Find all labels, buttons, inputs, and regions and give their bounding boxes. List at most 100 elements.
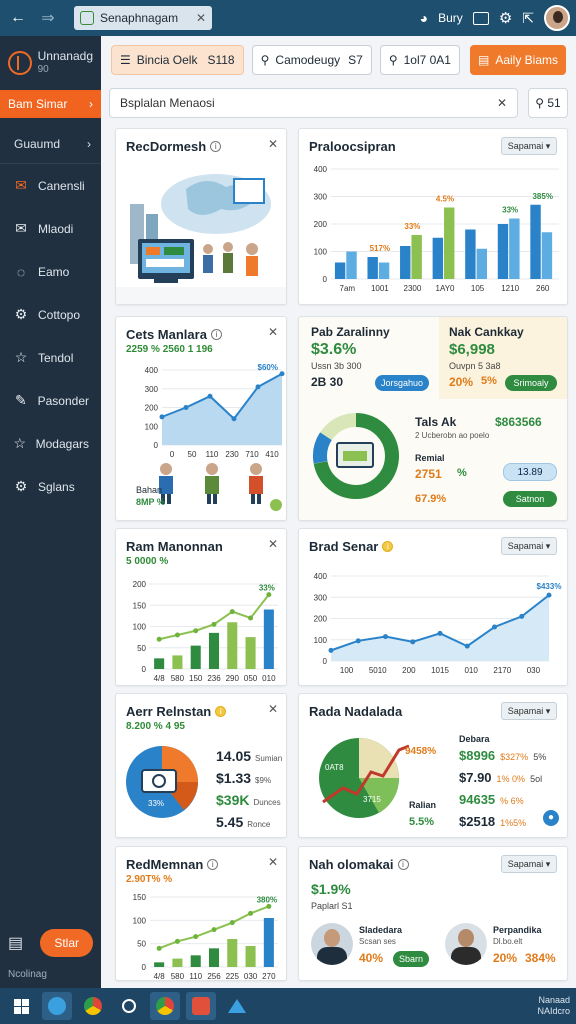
message-icon[interactable] <box>472 11 489 25</box>
share-icon[interactable]: ⇱ <box>522 10 534 27</box>
windows-start-icon[interactable] <box>6 992 36 1020</box>
sidebar-item-7[interactable]: ⚙ Sglans <box>0 465 101 508</box>
office-icon[interactable] <box>186 992 216 1020</box>
filter-button-2[interactable]: ⚲ Camodeugy S7 <box>251 45 372 75</box>
card-line-chart: Brad Senar i Sapamai ▾ 0 100 200 300 400 100 50… <box>298 528 568 686</box>
stat-pct: % 6% <box>500 796 524 806</box>
x-tick-label: 710 <box>245 450 259 459</box>
sidebar-item-label: Sglans <box>38 479 75 494</box>
info-icon[interactable]: i <box>397 859 409 870</box>
person-head <box>250 463 262 475</box>
search-input[interactable]: Bsplalan Menaosi ✕ <box>109 88 518 118</box>
close-icon[interactable]: ✕ <box>268 702 278 716</box>
filter-1-value: S118 <box>207 53 235 67</box>
app-icon[interactable] <box>222 992 252 1020</box>
inner-label: Remial <box>415 453 445 463</box>
filter-button-3[interactable]: ⚲ 1ol7 0A1 <box>379 45 460 75</box>
period-select[interactable]: Sapamai ▾ <box>501 855 557 873</box>
x-tick-label: 225 <box>226 972 240 981</box>
info-icon[interactable]: i <box>215 706 227 717</box>
chrome-icon[interactable] <box>150 992 180 1020</box>
layout-icon[interactable]: ▤ <box>8 933 23 953</box>
data-point <box>231 416 237 422</box>
user-avatar[interactable] <box>544 5 570 31</box>
x-tick-label: 1015 <box>431 666 449 675</box>
sidebar-section[interactable]: Guaumd › <box>0 124 101 164</box>
person-2-avatar[interactable] <box>445 923 487 965</box>
tab-favicon-icon <box>80 11 94 25</box>
search-taskbar-icon[interactable] <box>114 992 144 1020</box>
clear-icon[interactable]: ✕ <box>497 96 507 110</box>
stat-row: $39K Dunces <box>216 792 286 814</box>
sidebar-item-6[interactable]: ☆ Modagars <box>0 422 101 465</box>
sidebar-item-2[interactable]: ◌ Eamo <box>0 250 101 293</box>
stat-extra: 5% <box>533 752 547 762</box>
app-name: Unnanadg <box>37 49 93 63</box>
back-icon[interactable]: ← <box>6 6 30 30</box>
sidebar-item-3[interactable]: ⚙ Cottopo <box>0 293 101 336</box>
sidebar-item-0[interactable]: ✉ Canensli <box>0 164 101 207</box>
chevron-right-icon: › <box>87 136 91 151</box>
inner-pill-1[interactable]: 13.89 <box>503 463 557 481</box>
forward-icon[interactable]: ⇒ <box>36 6 60 30</box>
person-1-avatar[interactable] <box>311 923 353 965</box>
chrome-icon[interactable] <box>78 992 108 1020</box>
sidebar-item-1[interactable]: ✉ Mlaodi <box>0 207 101 250</box>
status-dot <box>270 499 282 511</box>
data-point <box>279 371 285 377</box>
bar <box>190 955 201 967</box>
inner-sub: 2 Ucberobn ao poelo <box>415 431 490 440</box>
summary-right-pct: 20% <box>449 375 474 389</box>
y-tick-label: 100 <box>145 422 159 431</box>
edge-icon[interactable] <box>42 992 72 1020</box>
gear-icon[interactable]: ⚙ <box>499 9 512 27</box>
summary-left-pill[interactable]: Jorsgahuo <box>375 375 429 391</box>
title-bar: ← ⇒ Senaphnagam ✕ ◕ Bury ⚙ ⇱ <box>0 0 576 36</box>
search-button[interactable]: ⚲ 51 <box>528 88 568 118</box>
card-bar-chart: Praloocsipran Sapamai ▾ 0 100 200 300 400 7am… <box>298 128 568 305</box>
sidebar-item-4[interactable]: ☆ Tendol <box>0 336 101 379</box>
y-tick-label: 200 <box>133 580 147 589</box>
inner-pill-2[interactable]: Satnon <box>503 491 557 507</box>
data-point <box>355 638 361 644</box>
x-tick-label: 1210 <box>501 284 519 293</box>
cash-bill <box>343 451 367 461</box>
browser-tab[interactable]: Senaphnagam ✕ <box>74 6 212 30</box>
notification-icon[interactable]: ◕ <box>420 10 428 26</box>
person-1-pill[interactable]: Sbarn <box>393 951 429 967</box>
bar <box>263 918 274 967</box>
data-point <box>546 592 552 598</box>
stat-value: 5.45 <box>216 814 244 830</box>
combo-chart: 0 50 100 150 4/8 580 110 256 225 030 270 380% <box>133 893 278 981</box>
period-select[interactable]: Sapamai ▾ <box>501 702 557 720</box>
card-people: Nah olomakai i Sapamai ▾ $1.9% Paplarl S1… <box>298 846 568 981</box>
card-title: Rada Nadalada <box>309 704 403 719</box>
start-button[interactable]: Stlar <box>40 929 93 957</box>
x-tick-label: 260 <box>536 284 550 293</box>
stat-row: $8996 $327% 5% <box>459 748 563 770</box>
search-icon: ⚲ <box>388 53 398 67</box>
info-circle-icon[interactable]: ● <box>543 810 559 826</box>
sidebar-item-label: Canensli <box>38 178 85 193</box>
bar <box>154 658 165 669</box>
card-title: Nah olomakai <box>309 857 394 872</box>
y-tick-label: 50 <box>137 644 146 653</box>
person-2-role: Dl.bo.elt <box>493 937 523 946</box>
bar <box>263 609 274 669</box>
summary-left-title: Pab Zaralinny <box>311 325 390 339</box>
filter-button-1[interactable]: ☰ Bincia Oelk S118 <box>111 45 244 75</box>
stat-extra: 5ol <box>530 774 543 784</box>
sidebar-item-5[interactable]: ✎ Pasonder <box>0 379 101 422</box>
data-label: 33% <box>259 584 275 593</box>
y-tick-label: 300 <box>314 193 328 202</box>
person-head <box>206 463 218 475</box>
x-tick-label: 4/8 <box>154 674 166 683</box>
search-icon: ⚲ <box>260 53 270 67</box>
gear-icon: ⚙ <box>14 306 28 322</box>
summary-right-pill[interactable]: Srimoaly <box>505 375 557 391</box>
sidebar-primary-button[interactable]: Bam Simar › <box>0 90 101 118</box>
sidebar-primary-label: Bam Simar <box>8 97 68 111</box>
search-placeholder: Bsplalan Menaosi <box>120 96 215 110</box>
apply-button[interactable]: ▤ Aaily Biams <box>469 45 566 75</box>
tab-close-icon[interactable]: ✕ <box>196 11 206 25</box>
